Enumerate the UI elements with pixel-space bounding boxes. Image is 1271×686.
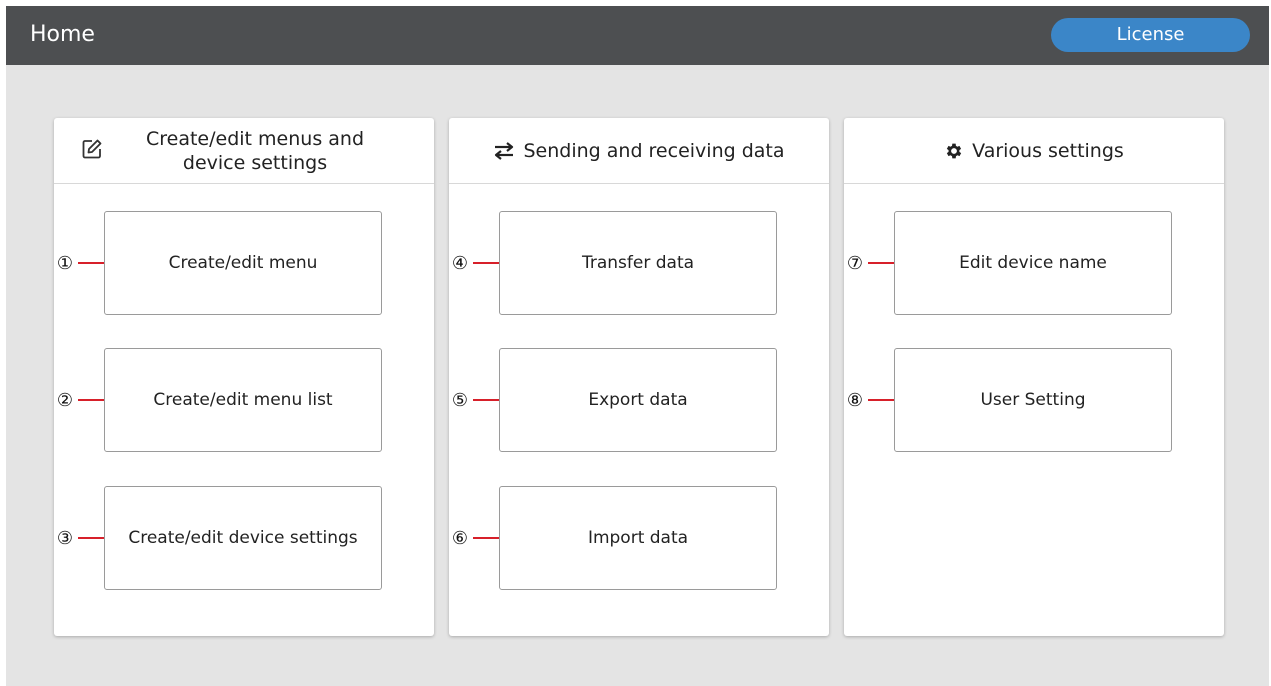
swap-arrows-icon [493, 141, 515, 160]
gear-icon [944, 141, 964, 161]
panel-various-settings: Various settings ⑦ Edit device name ⑧ Us… [844, 118, 1224, 636]
callout-number: ⑤ [451, 389, 469, 411]
callout-number: ⑥ [451, 527, 469, 549]
panel-sending-receiving: Sending and receiving data ④ Transfer da… [449, 118, 829, 636]
license-button[interactable]: License [1051, 18, 1250, 52]
panel-header: Create/edit menus and device settings [54, 118, 434, 184]
panel-header: Sending and receiving data [449, 118, 829, 184]
edit-icon [81, 138, 103, 160]
panel-title: Sending and receiving data [523, 139, 785, 162]
callout-number: ④ [451, 252, 469, 274]
panel-title: Various settings [972, 139, 1124, 162]
import-data-button[interactable]: Import data [499, 486, 777, 590]
app-frame: Home License Create/edit menus and devic… [6, 6, 1269, 686]
create-edit-menu-button[interactable]: Create/edit menu [104, 211, 382, 315]
panel-title: Create/edit menus and device settings [145, 127, 365, 174]
panel-header: Various settings [844, 118, 1224, 184]
transfer-data-button[interactable]: Transfer data [499, 211, 777, 315]
callout-number: ⑧ [846, 389, 864, 411]
create-edit-menu-list-button[interactable]: Create/edit menu list [104, 348, 382, 452]
edit-device-name-button[interactable]: Edit device name [894, 211, 1172, 315]
export-data-button[interactable]: Export data [499, 348, 777, 452]
top-bar: Home License [6, 6, 1269, 65]
panel-menus-device-settings: Create/edit menus and device settings ① … [54, 118, 434, 636]
callout-number: ② [56, 389, 74, 411]
callout-number: ⑦ [846, 252, 864, 274]
user-setting-button[interactable]: User Setting [894, 348, 1172, 452]
callout-number: ③ [56, 527, 74, 549]
create-edit-device-settings-button[interactable]: Create/edit device settings [104, 486, 382, 590]
callout-number: ① [56, 252, 74, 274]
page-title: Home [30, 22, 95, 47]
